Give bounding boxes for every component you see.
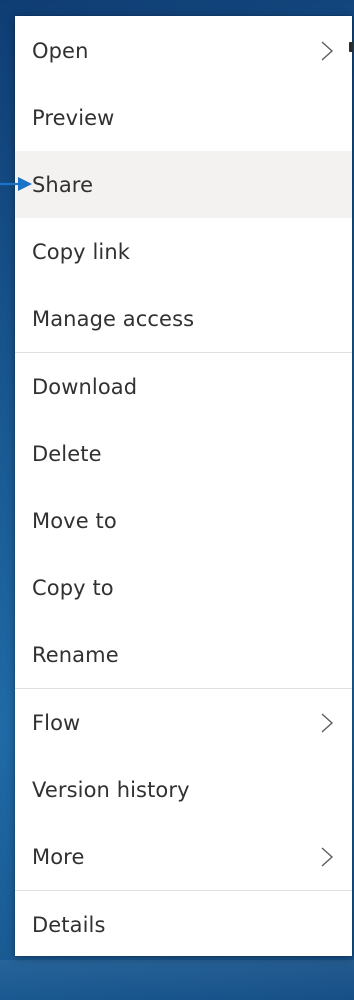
menu-group-4: Details	[15, 890, 352, 958]
desktop-background	[0, 960, 354, 1000]
menu-item-open[interactable]: Open	[15, 17, 352, 84]
pointer-arrow-icon	[0, 175, 34, 193]
menu-item-label: Flow	[32, 710, 81, 735]
menu-group-2: Download Delete Move to Copy to Rename	[15, 352, 352, 688]
menu-item-label: Version history	[32, 777, 190, 802]
menu-item-label: Open	[32, 38, 89, 63]
menu-item-label: Manage access	[32, 306, 195, 331]
menu-item-flow[interactable]: Flow	[15, 689, 352, 756]
menu-item-label: Share	[32, 172, 94, 197]
menu-item-label: Copy to	[32, 575, 114, 600]
menu-item-details[interactable]: Details	[15, 891, 352, 958]
chevron-right-icon	[320, 40, 334, 62]
menu-item-copy-link[interactable]: Copy link	[15, 218, 352, 285]
background-edge-mark	[349, 42, 353, 52]
menu-item-label: Details	[32, 912, 106, 937]
chevron-right-icon	[320, 846, 334, 868]
menu-item-label: Delete	[32, 441, 102, 466]
menu-item-share[interactable]: Share	[15, 151, 352, 218]
menu-item-label: Copy link	[32, 239, 130, 264]
menu-item-preview[interactable]: Preview	[15, 84, 352, 151]
menu-item-move-to[interactable]: Move to	[15, 487, 352, 554]
menu-item-label: Preview	[32, 105, 115, 130]
menu-item-manage-access[interactable]: Manage access	[15, 285, 352, 352]
menu-item-download[interactable]: Download	[15, 353, 352, 420]
menu-item-copy-to[interactable]: Copy to	[15, 554, 352, 621]
menu-item-label: Download	[32, 374, 138, 399]
menu-item-delete[interactable]: Delete	[15, 420, 352, 487]
menu-item-more[interactable]: More	[15, 823, 352, 890]
menu-item-label: Move to	[32, 508, 117, 533]
chevron-right-icon	[320, 712, 334, 734]
context-menu: Open Preview Share Copy link Manage acce…	[15, 16, 352, 956]
menu-group-1: Open Preview Share Copy link Manage acce…	[15, 17, 352, 352]
menu-item-version-history[interactable]: Version history	[15, 756, 352, 823]
menu-group-3: Flow Version history More	[15, 688, 352, 890]
menu-item-label: More	[32, 844, 85, 869]
menu-item-rename[interactable]: Rename	[15, 621, 352, 688]
menu-item-label: Rename	[32, 642, 119, 667]
